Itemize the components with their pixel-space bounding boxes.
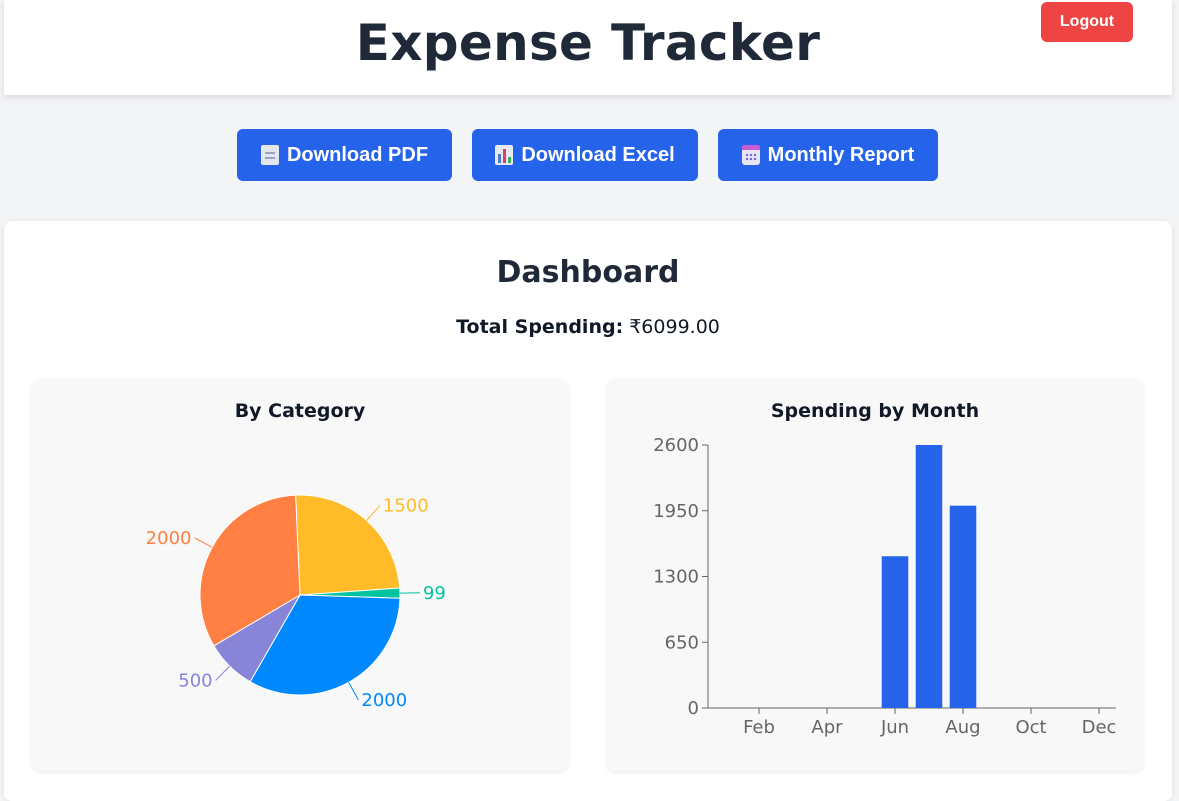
pie-label-line	[194, 538, 212, 548]
total-spending-value: ₹6099.00	[629, 316, 720, 338]
download-excel-button[interactable]: Download Excel	[472, 129, 698, 181]
app-header: Expense Tracker	[4, 0, 1172, 95]
monthly-bar-chart: 0 650 1300 1950 2600 Feb Apr Jun Aug Oct Dec	[607, 378, 1143, 771]
dashboard-panel: Dashboard Total Spending: ₹6099.00 By Ca…	[4, 221, 1172, 801]
y-tick-label: 0	[688, 698, 699, 719]
document-icon	[261, 145, 279, 165]
pie-label-line	[216, 666, 230, 680]
total-spending: Total Spending: ₹6099.00	[4, 316, 1172, 338]
pie-slice-label: 500	[178, 670, 212, 691]
x-tick-label: Jun	[880, 717, 909, 738]
action-bar: Download PDF Download Excel Monthly Repo…	[0, 129, 1179, 181]
pie-slice-label: 2000	[361, 690, 407, 711]
calendar-icon	[742, 145, 760, 165]
category-chart-card: By Category 15009920005002000	[32, 378, 568, 771]
y-tick-label: 2600	[653, 435, 699, 456]
category-pie-chart: 1500 99 2000 500 2000	[32, 378, 568, 771]
monthly-report-button[interactable]: Monthly Report	[718, 129, 938, 181]
bar[interactable]	[916, 445, 943, 708]
pie-slice-label: 2000	[146, 528, 192, 549]
pie-slice-label: 1500	[383, 495, 429, 516]
y-tick-label: 1950	[653, 501, 699, 522]
spreadsheet-icon	[495, 145, 513, 165]
download-excel-label: Download Excel	[521, 144, 674, 167]
download-pdf-label: Download PDF	[287, 144, 428, 167]
dashboard-title: Dashboard	[4, 255, 1172, 290]
download-pdf-button[interactable]: Download PDF	[237, 129, 452, 181]
y-tick-label: 650	[665, 632, 699, 653]
x-tick-label: Oct	[1015, 717, 1046, 738]
x-tick-label: Feb	[743, 717, 775, 738]
x-tick-label: Aug	[945, 717, 980, 738]
pie-slice-label: 99	[423, 583, 446, 604]
x-tick-label: Dec	[1082, 717, 1117, 738]
bar[interactable]	[950, 506, 977, 708]
x-tick-label: Apr	[811, 717, 843, 738]
monthly-chart-card: Spending by Month 0650130019502600FebApr…	[607, 378, 1143, 771]
bar[interactable]	[882, 556, 909, 708]
total-spending-label: Total Spending:	[456, 316, 623, 338]
y-tick-label: 1300	[653, 567, 699, 588]
pie-label-line	[349, 682, 359, 699]
pie-label-line	[367, 505, 380, 520]
page-title: Expense Tracker	[4, 14, 1172, 72]
logout-button[interactable]: Logout	[1041, 2, 1133, 42]
monthly-report-label: Monthly Report	[768, 144, 915, 167]
